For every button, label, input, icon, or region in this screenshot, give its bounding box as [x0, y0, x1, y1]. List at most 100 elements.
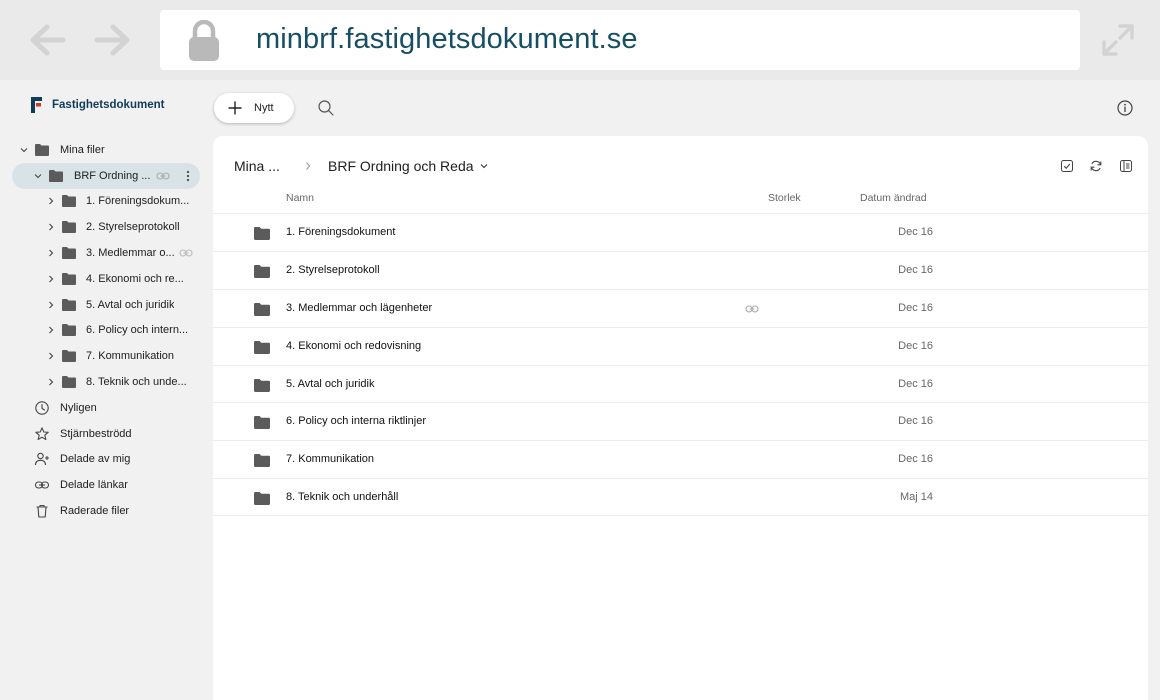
tree-item-ekonomi[interactable]: 4. Ekonomi och re...: [12, 266, 200, 292]
tree-item-label: 8. Teknik och unde...: [86, 376, 187, 389]
brand-name: Fastighetsdokument: [52, 99, 165, 111]
tree-item-label: Mina filer: [60, 143, 105, 156]
folder-icon: [62, 247, 76, 260]
back-arrow-icon[interactable]: [27, 22, 67, 58]
nav-item-starred[interactable]: Stjärnbeströdd: [12, 421, 200, 447]
tree-item-label: 4. Ekonomi och re...: [86, 272, 184, 285]
expand-icon[interactable]: [1100, 22, 1136, 58]
chevron-down-icon: [480, 164, 487, 169]
tree-item-brf-ordning[interactable]: BRF Ordning ...: [12, 162, 200, 189]
link-icon: [179, 249, 193, 257]
tree-item-kommunikation[interactable]: 7. Kommunikation: [12, 343, 200, 369]
tree-item-teknik[interactable]: 8. Teknik och unde...: [12, 369, 200, 395]
folder-icon: [62, 350, 76, 363]
column-header-name[interactable]: Namn: [286, 192, 314, 204]
folder-icon: [62, 221, 76, 234]
column-header-modified[interactable]: Datum ändrad: [860, 192, 927, 204]
folder-icon: [254, 302, 270, 316]
folder-icon: [254, 264, 270, 278]
chevron-down-icon[interactable]: [32, 170, 44, 182]
chevron-right-icon[interactable]: [45, 273, 57, 285]
forward-arrow-icon[interactable]: [93, 22, 133, 58]
folder-icon: [62, 195, 76, 208]
file-list: 1. Föreningsdokument Dec 16 2. Styrelsep…: [213, 213, 1148, 517]
view-toggle-icon[interactable]: [1119, 159, 1133, 173]
chevron-right-icon[interactable]: [45, 376, 57, 388]
chevron-right-icon[interactable]: [45, 247, 57, 259]
folder-icon: [254, 416, 270, 430]
nav-item-label: Stjärnbeströdd: [60, 427, 132, 440]
url-text: minbrf.fastighetsdokument.se: [256, 23, 638, 55]
brand-logo[interactable]: Fastighetsdokument: [30, 95, 164, 115]
column-header-size[interactable]: Storlek: [768, 192, 801, 204]
star-icon: [34, 426, 50, 442]
file-name: 2. Styrelseprotokoll: [286, 263, 380, 276]
file-modified: Dec 16: [898, 226, 933, 238]
chevron-down-icon[interactable]: [18, 144, 30, 156]
breadcrumb-root[interactable]: Mina ...: [234, 158, 280, 174]
refresh-icon[interactable]: [1089, 159, 1103, 173]
nav-item-shared-links[interactable]: Delade länkar: [12, 472, 200, 498]
select-checkbox-icon[interactable]: [1060, 159, 1074, 173]
file-row[interactable]: 3. Medlemmar och lägenheter Dec 16: [213, 288, 1148, 327]
chevron-right-icon[interactable]: [45, 195, 57, 207]
chevron-right-icon[interactable]: [45, 221, 57, 233]
tree-item-medlemmar[interactable]: 3. Medlemmar o...: [12, 240, 200, 266]
file-row[interactable]: 4. Ekonomi och redovisning Dec 16: [213, 326, 1148, 365]
file-modified: Dec 16: [898, 263, 933, 276]
clock-icon: [34, 400, 50, 416]
file-row[interactable]: 5. Avtal och juridik Dec 16: [213, 364, 1148, 403]
link-icon[interactable]: [745, 304, 759, 314]
file-name: 7. Kommunikation: [286, 453, 375, 466]
nav-item-label: Delade länkar: [60, 479, 128, 492]
nav-item-label: Raderade filer: [60, 505, 130, 518]
chevron-right-icon[interactable]: [45, 299, 57, 311]
file-row[interactable]: 6. Policy och interna riktlinjer Dec 16: [213, 402, 1148, 440]
nav-item-label: Nyligen: [60, 401, 97, 414]
folder-icon: [35, 143, 49, 156]
app-window: Fastighetsdokument Mina filer BRF Ordnin…: [0, 80, 1160, 700]
folder-icon: [254, 340, 270, 354]
file-browser-panel: Mina ... BRF Ordning och Reda Namn Storl…: [213, 136, 1148, 700]
file-modified: Dec 16: [898, 339, 933, 352]
link-icon: [156, 172, 170, 180]
tree-item-label: 6. Policy och intern...: [86, 324, 189, 337]
chevron-right-icon[interactable]: [45, 350, 57, 362]
tree-item-avtal[interactable]: 5. Avtal och juridik: [12, 292, 200, 318]
file-modified: Dec 16: [898, 415, 933, 428]
info-icon[interactable]: [1116, 99, 1134, 117]
more-vertical-icon[interactable]: [186, 170, 190, 182]
file-name: 3. Medlemmar och lägenheter: [286, 301, 433, 314]
folder-icon: [254, 227, 270, 240]
tree-item-label: 2. Styrelseprotokoll: [86, 221, 180, 234]
file-name: 5. Avtal och juridik: [286, 377, 375, 390]
nav-item-label: Delade av mig: [60, 453, 131, 466]
search-icon[interactable]: [317, 99, 335, 117]
address-bar[interactable]: minbrf.fastighetsdokument.se: [160, 10, 1080, 70]
file-row[interactable]: 2. Styrelseprotokoll Dec 16: [213, 250, 1148, 289]
nav-item-deleted[interactable]: Raderade filer: [12, 498, 200, 524]
folder-icon: [62, 272, 76, 285]
file-row[interactable]: 8. Teknik och underhåll Maj 14: [213, 478, 1148, 517]
browser-chrome: minbrf.fastighetsdokument.se: [0, 0, 1160, 80]
nav-item-shared-by-me[interactable]: Delade av mig: [12, 447, 200, 473]
folder-tree: Mina filer BRF Ordning ... 1. Föreningsd…: [12, 137, 200, 524]
folder-icon: [254, 492, 270, 506]
file-modified: Dec 16: [898, 301, 933, 314]
tree-item-foreningsdokument[interactable]: 1. Föreningsdokum...: [12, 189, 200, 215]
file-modified: Dec 16: [898, 453, 933, 466]
tree-item-label: 7. Kommunikation: [86, 350, 175, 363]
breadcrumb-current[interactable]: BRF Ordning och Reda: [328, 158, 489, 174]
tree-item-mina-filer[interactable]: Mina filer: [12, 137, 200, 163]
nav-item-nyligen[interactable]: Nyligen: [12, 395, 200, 421]
tree-item-label: BRF Ordning ...: [74, 169, 151, 182]
trash-icon: [34, 503, 50, 519]
file-row[interactable]: 1. Föreningsdokument Dec 16: [213, 213, 1148, 251]
tree-item-styrelseprotokoll[interactable]: 2. Styrelseprotokoll: [12, 214, 200, 240]
folder-icon: [62, 324, 76, 337]
file-row[interactable]: 7. Kommunikation Dec 16: [213, 440, 1148, 478]
chevron-right-icon[interactable]: [45, 324, 57, 336]
file-modified: Dec 16: [898, 377, 933, 390]
new-button[interactable]: Nytt: [214, 93, 294, 123]
tree-item-policy[interactable]: 6. Policy och intern...: [12, 318, 200, 344]
